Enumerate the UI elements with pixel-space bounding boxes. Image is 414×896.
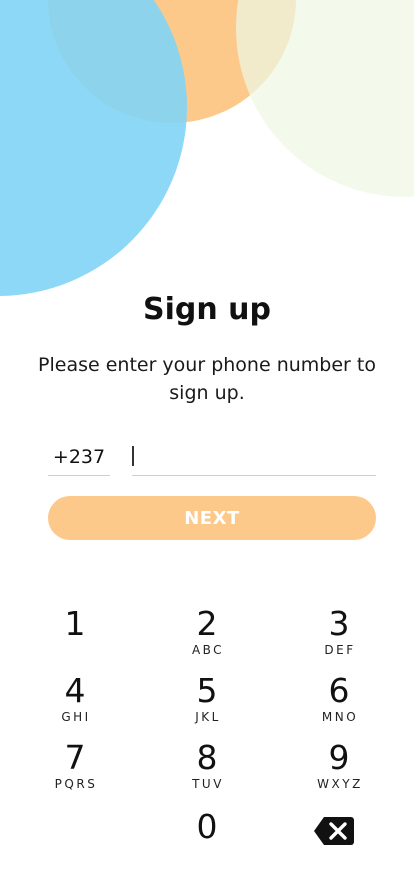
keypad-key-9[interactable]: 9 WXYZ	[284, 739, 394, 797]
next-button[interactable]: NEXT	[48, 496, 376, 540]
keypad-key-5[interactable]: 5 JKL	[152, 672, 262, 730]
key-letters: WXYZ	[317, 777, 363, 791]
key-digit: 3	[328, 604, 350, 643]
keypad-key-2[interactable]: 2 ABC	[152, 605, 262, 663]
keypad-key-1[interactable]: 1	[20, 605, 130, 663]
keypad-key-0[interactable]: 0	[152, 808, 262, 866]
decorative-blob-blue	[0, 0, 187, 296]
key-letters: MNO	[321, 710, 359, 724]
page-subtitle: Please enter your phone number to sign u…	[38, 354, 376, 404]
keypad-key-4[interactable]: 4 GHI	[20, 672, 130, 730]
key-digit: 4	[64, 671, 86, 710]
key-digit: 7	[64, 738, 86, 777]
key-digit: 1	[64, 604, 86, 643]
phone-number-field	[132, 440, 376, 476]
page-title: Sign up	[143, 292, 271, 327]
key-letters: ABC	[191, 643, 225, 657]
keypad-key-6[interactable]: 6 MNO	[284, 672, 394, 730]
keypad-key-8[interactable]: 8 TUV	[152, 739, 262, 797]
decorative-blob-mint	[236, 0, 414, 197]
keypad-backspace-button[interactable]	[312, 814, 356, 848]
key-letters: GHI	[61, 710, 91, 724]
key-letters: JKL	[195, 710, 221, 724]
key-digit: 9	[328, 738, 350, 777]
keypad-key-7[interactable]: 7 PQRS	[20, 739, 130, 797]
keypad-key-3[interactable]: 3 DEF	[284, 605, 394, 663]
key-letters: DEF	[324, 643, 356, 657]
key-letters: TUV	[192, 777, 224, 791]
country-code-selector[interactable]: +237	[48, 440, 110, 476]
key-digit: 0	[196, 807, 218, 846]
backspace-icon	[314, 817, 354, 845]
signup-screen: Sign up Please enter your phone number t…	[0, 0, 414, 896]
key-digit: 2	[196, 604, 218, 643]
text-caret	[132, 446, 134, 466]
phone-number-input[interactable]	[132, 440, 376, 474]
key-digit: 8	[196, 738, 218, 777]
key-digit: 5	[196, 671, 218, 710]
key-letters: PQRS	[54, 777, 98, 791]
key-digit: 6	[328, 671, 350, 710]
